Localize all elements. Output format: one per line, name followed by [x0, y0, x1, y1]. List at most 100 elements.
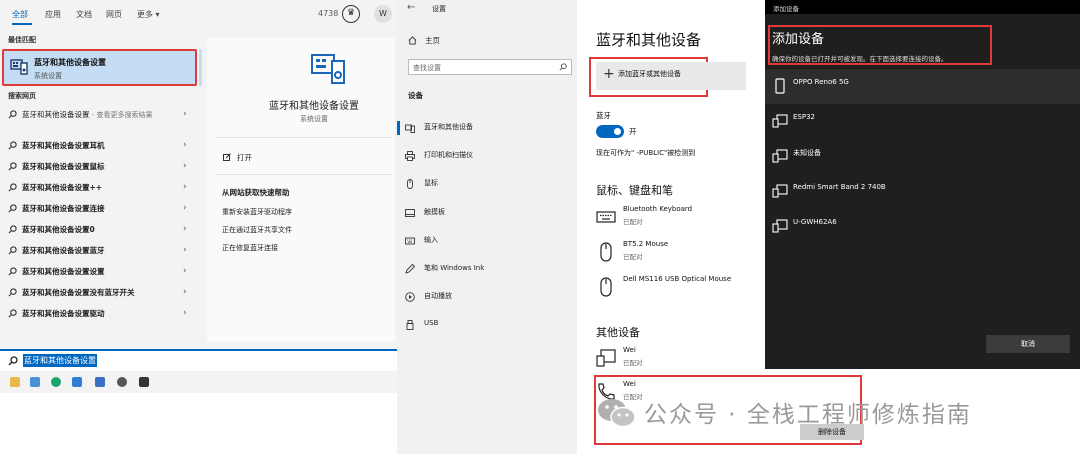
list-item[interactable]: 蓝牙和其他设备设置耳机 › [0, 135, 200, 156]
photos-icon[interactable] [95, 377, 105, 387]
search-icon [8, 110, 17, 119]
chevron-right-icon: › [183, 245, 187, 255]
search-box[interactable]: 蓝牙和其他设备设置 [0, 349, 397, 371]
sidebar-item-pen[interactable]: 笔和 Windows Ink [397, 262, 577, 276]
help-header: 从网站获取快速帮助 [222, 188, 290, 197]
help-link[interactable]: 正在修复蓝牙连接 [222, 243, 278, 253]
detail-subtitle: 系统设置 [300, 115, 328, 123]
list-item[interactable]: 蓝牙和其他设备设置没有蓝牙开关 › [0, 282, 200, 303]
wechat-logo-icon [598, 399, 636, 428]
device-icon [772, 149, 788, 163]
search-icon [8, 356, 18, 366]
add-device-button[interactable]: + 添加蓝牙或其他设备 [596, 62, 746, 90]
search-icon [8, 162, 17, 171]
chevron-right-icon: › [183, 182, 187, 192]
list-item[interactable]: 蓝牙和其他设备设置连接 › [0, 198, 200, 219]
search-input[interactable]: 蓝牙和其他设备设置 [23, 354, 97, 367]
cancel-button[interactable]: 取消 [986, 335, 1070, 353]
open-button[interactable]: 打开 [237, 152, 252, 163]
device-icon [772, 184, 788, 198]
chevron-right-icon: › [183, 287, 187, 297]
page-title: 蓝牙和其他设备 [596, 31, 702, 49]
sidebar-item-printers[interactable]: 打印机和扫描仪 [397, 149, 577, 163]
section-header-input: 鼠标、键盘和笔 [596, 184, 673, 197]
best-match-item[interactable]: 蓝牙和其他设备设置 系统设置 [2, 49, 197, 86]
watermark: 公众号 · 全栈工程师修炼指南 [596, 392, 1056, 430]
bluetooth-settings-icon [311, 54, 345, 84]
settings-window: ← 设置 主页 查找设置 设备 蓝牙和其他设备 打印机和扫描仪 鼠标 触摸板 输… [397, 0, 864, 454]
list-item-label: 蓝牙和其他设备设置设置 [22, 267, 105, 276]
avatar[interactable]: W [374, 5, 392, 23]
bluetooth-icon [405, 124, 415, 133]
window-title: 设置 [432, 5, 446, 13]
sidebar-item-usb[interactable]: USB [397, 318, 577, 332]
mouse-icon [600, 242, 612, 262]
device-item[interactable]: BT5.2 Mouse 已配对 [596, 240, 766, 270]
find-setting-placeholder: 查找设置 [413, 64, 441, 72]
device-icon [772, 219, 788, 233]
tab-documents[interactable]: 文档 [76, 9, 92, 20]
help-link[interactable]: 重新安装蓝牙驱动程序 [222, 207, 292, 217]
device-item[interactable]: Dell MS116 USB Optical Mouse [596, 275, 766, 305]
search-icon [8, 225, 17, 234]
list-item[interactable]: 蓝牙和其他设备设置++ › [0, 177, 200, 198]
list-item[interactable]: 蓝牙和其他设备设置蓝牙 › [0, 240, 200, 261]
mouse-icon [600, 277, 612, 297]
list-item[interactable]: 蓝牙和其他设备设置0 › [0, 219, 200, 240]
device-option[interactable]: OPPO Reno6 5G [765, 69, 1080, 104]
sidebar-item-touchpad[interactable]: 触摸板 [397, 206, 577, 220]
chevron-right-icon: › [183, 161, 187, 171]
device-option[interactable]: ESP32 [765, 104, 1080, 139]
tab-web[interactable]: 网页 [106, 9, 122, 20]
list-item[interactable]: 蓝牙和其他设备设置设置 › [0, 261, 200, 282]
mouse-icon [407, 179, 413, 189]
list-item-label: 蓝牙和其他设备设置++ [22, 183, 103, 192]
dialog-window-title: 添加设备 [773, 5, 799, 13]
list-item[interactable]: 蓝牙和其他设备设置鼠标 › [0, 156, 200, 177]
device-item[interactable]: Bluetooth Keyboard 已配对 [596, 205, 766, 235]
sidebar-item-bluetooth[interactable]: 蓝牙和其他设备 [397, 121, 577, 135]
usb-icon [406, 320, 414, 330]
touchpad-icon [405, 209, 415, 217]
file-explorer-icon[interactable] [10, 377, 20, 387]
nav-home[interactable]: 主页 [425, 35, 440, 46]
best-match-title: 蓝牙和其他设备设置 [34, 58, 106, 67]
sidebar-item-autoplay[interactable]: 自动播放 [397, 290, 577, 304]
device-option[interactable]: U-GWH62A6 [765, 209, 1080, 244]
tab-all[interactable]: 全部 [12, 9, 28, 20]
sidebar-item-mouse[interactable]: 鼠标 [397, 177, 577, 191]
dialog-title: 添加设备 [772, 32, 825, 47]
tab-more[interactable]: 更多 ▾ [137, 9, 160, 20]
list-item-label: 蓝牙和其他设备设置0 [22, 225, 95, 234]
terminal-icon[interactable] [139, 377, 149, 387]
device-item[interactable]: Wei 已配对 [596, 346, 766, 376]
device-option[interactable]: 未知设备 [765, 139, 1080, 174]
bluetooth-toggle[interactable] [596, 125, 624, 138]
result-detail-pane: 蓝牙和其他设备设置 系统设置 打开 从网站获取快速帮助 重新安装蓝牙驱动程序 正… [207, 37, 395, 342]
chevron-right-icon: › [183, 266, 187, 276]
device-icon [596, 349, 616, 367]
rewards-icon[interactable]: ♛ [342, 5, 360, 23]
list-item[interactable]: 蓝牙和其他设备设置 - 查看更多搜索结果 › [0, 104, 200, 135]
bluetooth-header: 蓝牙 [596, 111, 611, 120]
mail-icon[interactable] [72, 377, 82, 387]
search-icon [8, 288, 17, 297]
web-search-header: 搜索网页 [8, 92, 36, 100]
blank-area [0, 393, 397, 454]
sidebar-item-typing[interactable]: 输入 [397, 234, 577, 248]
edge-icon[interactable] [51, 377, 61, 387]
chevron-right-icon: › [183, 140, 187, 150]
chevron-right-icon: › [183, 203, 187, 213]
help-link[interactable]: 正在通过蓝牙共享文件 [222, 225, 292, 235]
highlight-box: + 添加蓝牙或其他设备 [589, 57, 746, 97]
list-item[interactable]: 蓝牙和其他设备设置驱动 › [0, 303, 200, 324]
settings-icon[interactable] [117, 377, 127, 387]
device-list: OPPO Reno6 5G ESP32 未知设备 Redmi Smart Ban… [765, 69, 1080, 244]
back-arrow-icon[interactable]: ← [407, 2, 415, 13]
tab-apps[interactable]: 应用 [45, 9, 61, 20]
find-setting-input[interactable]: 查找设置 [408, 59, 572, 75]
device-option[interactable]: Redmi Smart Band 2 740B [765, 174, 1080, 209]
watermark-text: 公众号 · 全栈工程师修炼指南 [644, 402, 972, 428]
store-icon[interactable] [30, 377, 40, 387]
phone-icon [775, 78, 785, 94]
